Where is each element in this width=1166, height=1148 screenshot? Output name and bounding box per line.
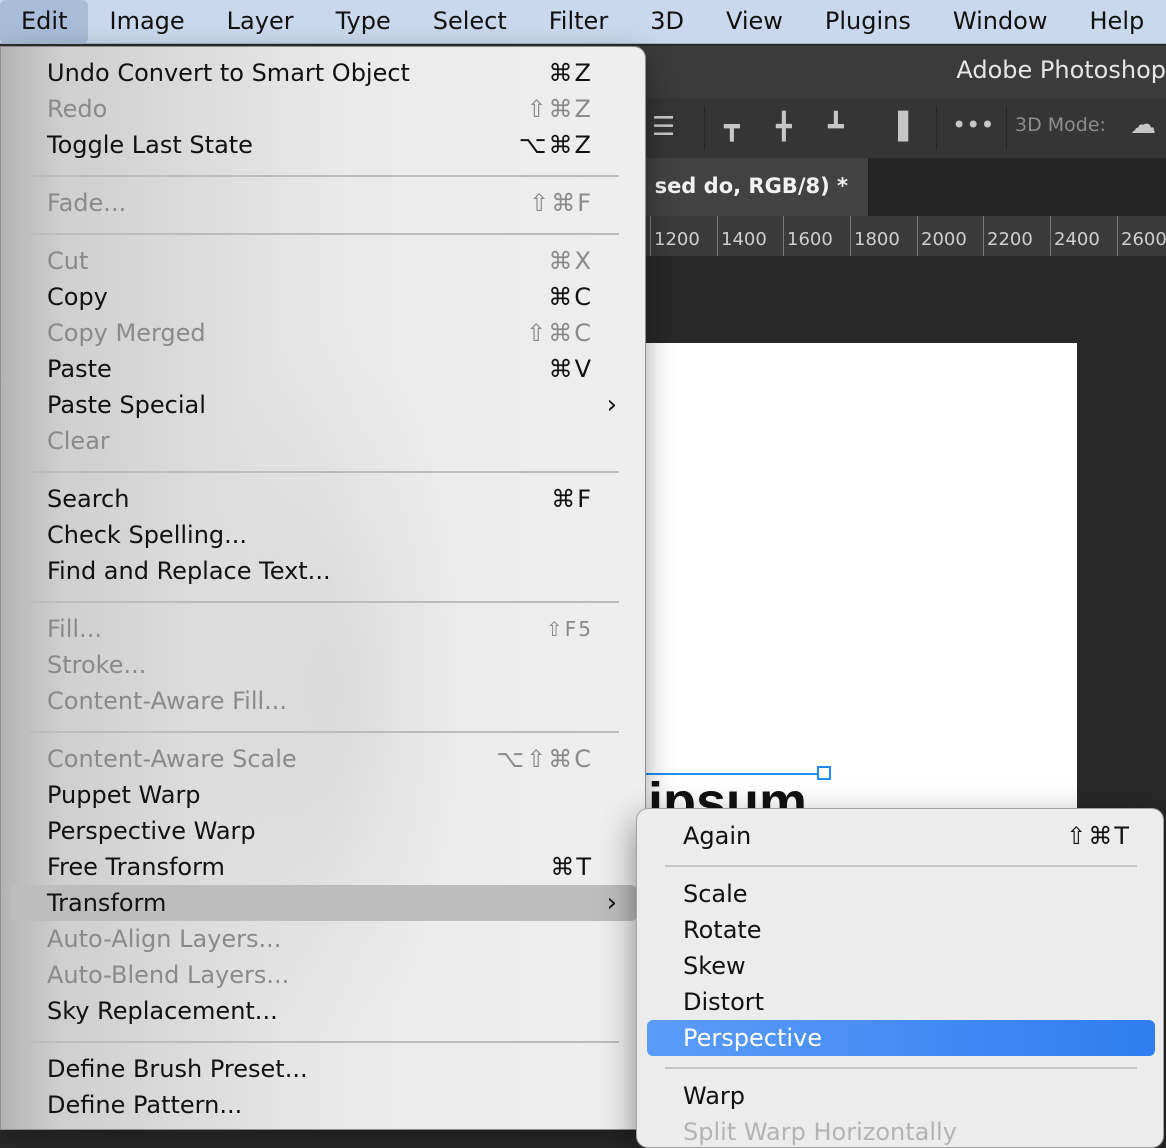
align-bottom-edges-icon[interactable]: ┻ <box>828 114 844 140</box>
options-divider <box>1006 106 1007 150</box>
menu-separator <box>29 731 619 733</box>
align-horizontal-icon[interactable]: ☰ <box>652 114 675 140</box>
transform-handle[interactable] <box>817 766 831 780</box>
menu-item-find-replace[interactable]: Find and Replace Text... <box>11 553 637 589</box>
menu-item-cut[interactable]: Cut ⌘X <box>11 243 637 279</box>
ruler-tick: 1600 <box>783 216 833 256</box>
menu-separator <box>29 471 619 473</box>
menu-plugins[interactable]: Plugins <box>804 0 932 44</box>
shortcut-label: ⇧⌘T <box>1066 822 1131 850</box>
document-tab-bar: , sed do, RGB/8) * <box>600 158 1166 216</box>
horizontal-ruler: 1200 1400 1600 1800 2000 2200 2400 2600 <box>600 216 1166 257</box>
3d-orbit-icon[interactable]: ☁ <box>1130 112 1156 138</box>
options-bar: ☰ ┳ ╋ ┻ ▐ ••• 3D Mode: ☁ <box>600 98 1166 159</box>
menu-item-search[interactable]: Search ⌘F <box>11 481 637 517</box>
distribute-icon[interactable]: ▐ <box>888 114 908 140</box>
menu-item-define-brush-preset[interactable]: Define Brush Preset... <box>11 1051 637 1087</box>
menu-item-perspective-warp[interactable]: Perspective Warp <box>11 813 637 849</box>
options-divider <box>704 106 705 150</box>
menu-item-auto-blend-layers[interactable]: Auto-Blend Layers... <box>11 957 637 993</box>
shortcut-label: ⇧⌘Z <box>526 95 593 123</box>
transform-submenu: Again ⇧⌘T Scale Rotate Skew Distort Pers… <box>636 808 1164 1148</box>
menu-filter[interactable]: Filter <box>528 0 629 44</box>
ruler-tick: 2000 <box>917 216 967 256</box>
document-tab-label: , sed do, RGB/8) * <box>639 174 848 198</box>
menu-item-undo[interactable]: Undo Convert to Smart Object ⌘Z <box>11 55 637 91</box>
menu-item-redo[interactable]: Redo ⇧⌘Z <box>11 91 637 127</box>
shortcut-label: ⌥⌘Z <box>518 131 593 159</box>
menu-separator <box>665 1067 1137 1069</box>
submenu-item-rotate[interactable]: Rotate <box>647 912 1155 948</box>
shortcut-label: ⌘F <box>551 485 593 513</box>
transform-bounding-box <box>640 773 826 775</box>
shortcut-label: ⌘V <box>548 355 593 383</box>
menu-item-transform[interactable]: Transform › <box>11 885 637 921</box>
menu-select[interactable]: Select <box>412 0 528 44</box>
menu-item-auto-align-layers[interactable]: Auto-Align Layers... <box>11 921 637 957</box>
menu-window[interactable]: Window <box>932 0 1069 44</box>
menu-item-paste-special[interactable]: Paste Special › <box>11 387 637 423</box>
app-title: Adobe Photoshop <box>956 56 1166 84</box>
menu-item-toggle-last-state[interactable]: Toggle Last State ⌥⌘Z <box>11 127 637 163</box>
menu-image[interactable]: Image <box>88 0 205 44</box>
menu-separator <box>29 175 619 177</box>
menu-item-puppet-warp[interactable]: Puppet Warp <box>11 777 637 813</box>
align-top-edges-icon[interactable]: ┳ <box>724 114 740 140</box>
menu-view[interactable]: View <box>705 0 804 44</box>
menu-separator <box>29 233 619 235</box>
edit-menu: Undo Convert to Smart Object ⌘Z Redo ⇧⌘Z… <box>0 46 646 1130</box>
submenu-item-scale[interactable]: Scale <box>647 876 1155 912</box>
shortcut-label: ⇧⌘C <box>526 319 593 347</box>
menu-type[interactable]: Type <box>315 0 412 44</box>
submenu-item-again[interactable]: Again ⇧⌘T <box>647 818 1155 854</box>
shortcut-label: ⇧F5 <box>546 617 593 641</box>
app-title-bar: Adobe Photoshop <box>600 46 1166 99</box>
menu-3d[interactable]: 3D <box>629 0 705 44</box>
ruler-tick: 2200 <box>983 216 1033 256</box>
menu-item-copy[interactable]: Copy ⌘C <box>11 279 637 315</box>
menu-separator <box>29 1041 619 1043</box>
menu-item-clear[interactable]: Clear <box>11 423 637 459</box>
align-vertical-centers-icon[interactable]: ╋ <box>776 114 792 140</box>
app-menu-bar: Edit Image Layer Type Select Filter 3D V… <box>0 0 1166 44</box>
menu-separator <box>29 601 619 603</box>
shortcut-label: ⌘T <box>550 853 593 881</box>
menu-item-copy-merged[interactable]: Copy Merged ⇧⌘C <box>11 315 637 351</box>
more-options-icon[interactable]: ••• <box>952 112 994 138</box>
shortcut-label: ⌘X <box>548 247 593 275</box>
ruler-tick: 1400 <box>717 216 767 256</box>
submenu-item-split-warp-horizontally[interactable]: Split Warp Horizontally <box>647 1114 1155 1147</box>
menu-item-check-spelling[interactable]: Check Spelling... <box>11 517 637 553</box>
menu-item-fill[interactable]: Fill... ⇧F5 <box>11 611 637 647</box>
shortcut-label: ⇧⌘F <box>529 189 593 217</box>
menu-help[interactable]: Help <box>1069 0 1166 44</box>
ruler-tick: 1200 <box>650 216 700 256</box>
menu-separator <box>665 865 1137 867</box>
menu-item-sky-replacement[interactable]: Sky Replacement... <box>11 993 637 1029</box>
chevron-right-icon: › <box>606 888 617 918</box>
menu-item-define-pattern[interactable]: Define Pattern... <box>11 1087 637 1123</box>
submenu-item-skew[interactable]: Skew <box>647 948 1155 984</box>
ruler-tick: 2400 <box>1050 216 1100 256</box>
menu-item-fade[interactable]: Fade... ⇧⌘F <box>11 185 637 221</box>
submenu-item-warp[interactable]: Warp <box>647 1078 1155 1114</box>
menu-layer[interactable]: Layer <box>206 0 315 44</box>
shortcut-label: ⌘Z <box>548 59 593 87</box>
ruler-tick: 1800 <box>850 216 900 256</box>
3d-mode-label: 3D Mode: <box>1015 114 1106 136</box>
menu-item-content-aware-fill[interactable]: Content-Aware Fill... <box>11 683 637 719</box>
menu-item-content-aware-scale[interactable]: Content-Aware Scale ⌥⇧⌘C <box>11 741 637 777</box>
menu-item-free-transform[interactable]: Free Transform ⌘T <box>11 849 637 885</box>
menu-item-paste[interactable]: Paste ⌘V <box>11 351 637 387</box>
chevron-right-icon: › <box>606 390 617 420</box>
shortcut-label: ⌘C <box>548 283 593 311</box>
submenu-item-perspective[interactable]: Perspective <box>647 1020 1155 1056</box>
options-divider <box>936 106 937 150</box>
menu-item-stroke[interactable]: Stroke... <box>11 647 637 683</box>
ruler-tick: 2600 <box>1117 216 1166 256</box>
shortcut-label: ⌥⇧⌘C <box>496 745 593 773</box>
submenu-item-distort[interactable]: Distort <box>647 984 1155 1020</box>
menu-edit[interactable]: Edit <box>0 0 89 44</box>
